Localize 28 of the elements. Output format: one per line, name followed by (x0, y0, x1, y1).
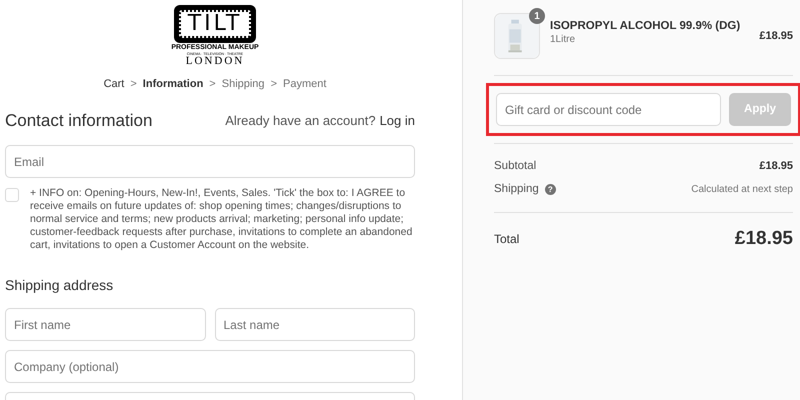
input-field[interactable]: First name (5, 308, 206, 341)
summary-value: £18.95 (759, 159, 793, 174)
summary-label: Subtotal (494, 159, 536, 174)
consent-text: + INFO on: Opening-Hours, New-In!, Events, Sales. 'Tick' the box to: I AGREE to receive emails on future updates of: shop opening times; changes/disruptions to normal service and terms; new products arrival; marketing; personal info update; customer-feedback requests after purchase, invitations to complete an abandoned cart, invitations to open a Customer Account on the website. (30, 187, 414, 252)
breadcrumb-item[interactable]: Payment (283, 77, 326, 91)
chevron-icon: > (130, 77, 137, 91)
section-heading: Contact information (5, 111, 152, 131)
product-name: ISOPROPYL ALCOHOL 99.9% (DG) (550, 18, 742, 32)
summary-label: Shipping (494, 182, 539, 198)
summary-value: Calculated at next step (691, 183, 793, 198)
breadcrumb-item[interactable]: Shipping (222, 77, 265, 91)
checkbox[interactable] (5, 188, 19, 202)
chevron-icon: > (270, 77, 277, 91)
chevron-icon: > (209, 77, 216, 91)
input-field[interactable]: Email (5, 145, 415, 178)
section-heading: Shipping address (5, 276, 114, 294)
quantity-badge: 1 (529, 8, 545, 24)
input-field[interactable]: Company (optional) (5, 350, 415, 383)
product-variant: 1Litre (550, 32, 576, 46)
help-icon[interactable]: ? (544, 184, 556, 196)
total-label: Total (494, 230, 520, 248)
input-field[interactable]: Last name (214, 308, 415, 341)
breadcrumb-item[interactable]: Information (142, 77, 204, 91)
product-price: £18.95 (759, 28, 793, 44)
total-value: £18.95 (734, 226, 793, 250)
account-prompt: Already have an account? (225, 112, 376, 130)
breadcrumb-item[interactable]: Cart (104, 77, 124, 91)
login-link[interactable]: Log in (380, 111, 415, 131)
